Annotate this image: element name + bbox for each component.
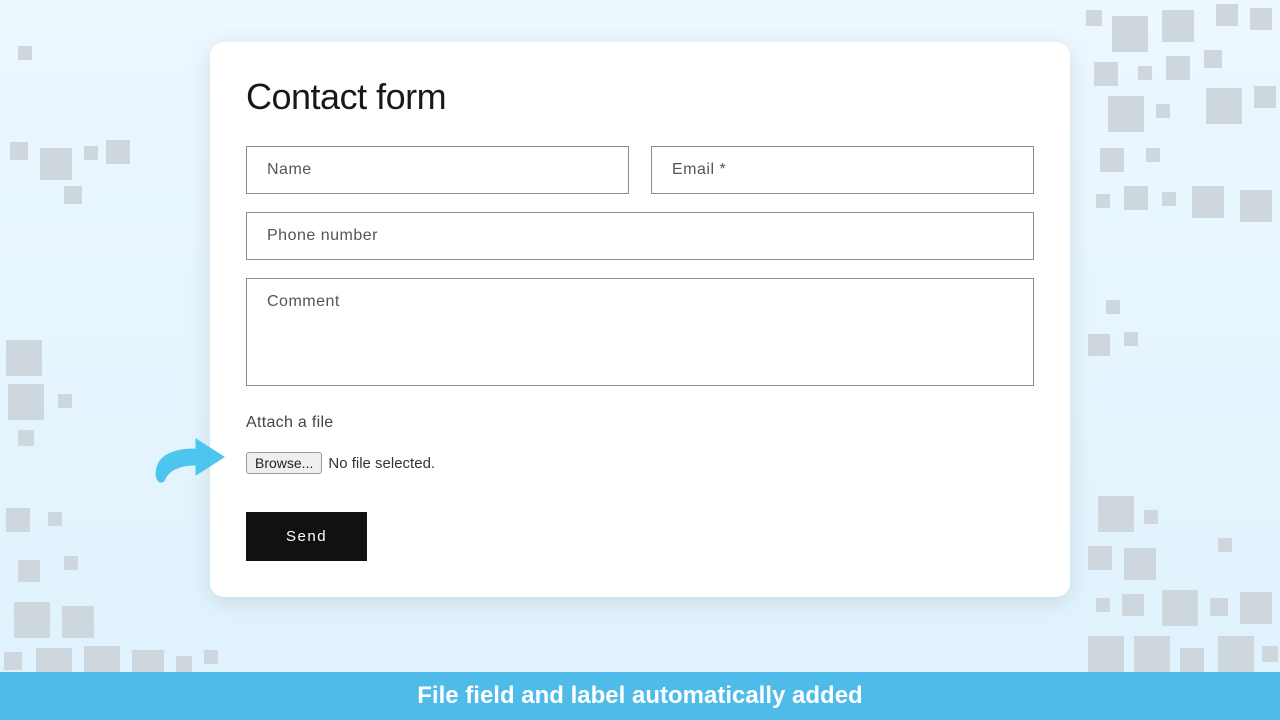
send-button[interactable]: Send bbox=[246, 512, 367, 561]
name-field[interactable]: Name bbox=[246, 146, 629, 194]
name-email-row: Name Email * bbox=[246, 146, 1034, 194]
phone-row: Phone number bbox=[246, 212, 1034, 260]
browse-button[interactable]: Browse... bbox=[246, 452, 322, 474]
phone-field[interactable]: Phone number bbox=[246, 212, 1034, 260]
comment-field[interactable]: Comment bbox=[246, 278, 1034, 386]
email-field[interactable]: Email * bbox=[651, 146, 1034, 194]
file-input-row: Browse... No file selected. bbox=[246, 452, 1034, 474]
form-title: Contact form bbox=[246, 76, 1034, 118]
file-status: No file selected. bbox=[328, 455, 435, 472]
caption-banner: File field and label automatically added bbox=[0, 672, 1280, 720]
caption-text: File field and label automatically added bbox=[417, 682, 862, 710]
attach-label: Attach a file bbox=[246, 414, 1034, 432]
contact-form-card: Contact form Name Email * Phone number C… bbox=[210, 42, 1070, 597]
